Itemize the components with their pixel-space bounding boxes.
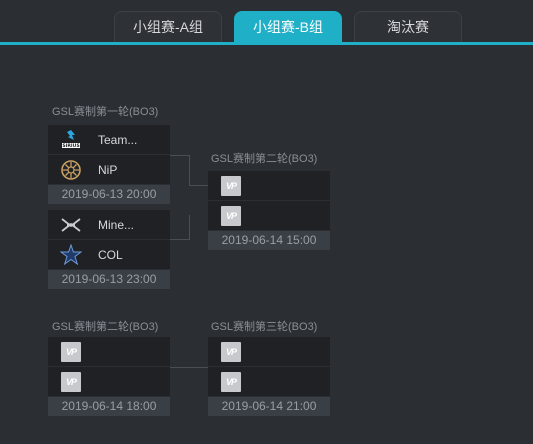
vp-logo-icon: VP [60, 371, 82, 393]
vp-logo-icon: VP [220, 371, 242, 393]
col-logo-icon [60, 243, 82, 266]
placeholder-logo: VP [221, 341, 241, 362]
placeholder-logo: VP [221, 175, 241, 196]
upper-round2-match[interactable]: VP VP 2019-06-14 15:00 [208, 171, 330, 250]
nip-logo-icon [60, 159, 82, 181]
team-row[interactable]: SIRIUS Team... [48, 125, 170, 155]
team-row[interactable]: VP [48, 367, 170, 397]
vp-logo-icon: VP [220, 175, 242, 197]
lower-round2-match[interactable]: VP VP 2019-06-14 18:00 [48, 337, 170, 416]
lower-round3-match[interactable]: VP VP 2019-06-14 21:00 [208, 337, 330, 416]
vp-logo-icon: VP [60, 341, 82, 363]
upper-round1-title: GSL赛制第一轮(BO3) [52, 106, 159, 118]
lower-round2-title: GSL赛制第二轮(BO3) [52, 321, 159, 333]
upper-round2-title: GSL赛制第二轮(BO3) [211, 153, 318, 165]
team-name: NiP [98, 162, 118, 177]
mineski-logo-icon [60, 214, 82, 236]
upper-round1-match-2[interactable]: Mine... COL 2019-06-13 23:00 [48, 210, 170, 289]
tab-group-b[interactable]: 小组赛-B组 [234, 11, 342, 43]
match-time: 2019-06-13 20:00 [48, 185, 170, 204]
team-row[interactable]: Mine... [48, 210, 170, 240]
bracket-connector [170, 215, 190, 240]
bracket-connector [170, 155, 190, 186]
match-time: 2019-06-14 18:00 [48, 397, 170, 416]
team-row[interactable]: VP [208, 367, 330, 397]
lower-round3-title: GSL赛制第三轮(BO3) [211, 321, 318, 333]
team-name: Team... [98, 132, 138, 147]
placeholder-logo: VP [61, 371, 81, 392]
team-row[interactable]: VP [208, 171, 330, 201]
svg-text:SIRIUS: SIRIUS [62, 143, 79, 149]
team-row[interactable]: VP [208, 337, 330, 367]
upper-round1-match-1[interactable]: SIRIUS Team... NiP 2019-06-13 20:00 [48, 125, 170, 204]
bracket-connector [170, 367, 208, 368]
tab-underline [0, 42, 533, 45]
match-time: 2019-06-14 21:00 [208, 397, 330, 416]
placeholder-logo: VP [221, 371, 241, 392]
tab-playoffs[interactable]: 淘汰赛 [354, 11, 462, 43]
placeholder-logo: VP [221, 205, 241, 226]
vp-logo-icon: VP [220, 205, 242, 227]
team-row[interactable]: NiP [48, 155, 170, 185]
sirius-logo-icon: SIRIUS [60, 129, 82, 151]
tab-group-a[interactable]: 小组赛-A组 [114, 11, 222, 43]
vp-logo-icon: VP [220, 341, 242, 363]
match-time: 2019-06-14 15:00 [208, 231, 330, 250]
team-name: COL [98, 247, 123, 262]
placeholder-logo: VP [61, 341, 81, 362]
tab-bar: 小组赛-A组 小组赛-B组 淘汰赛 [0, 0, 533, 45]
bracket-connector [189, 185, 208, 186]
team-row[interactable]: VP [208, 201, 330, 231]
team-row[interactable]: COL [48, 240, 170, 270]
team-row[interactable]: VP [48, 337, 170, 367]
match-time: 2019-06-13 23:00 [48, 270, 170, 289]
team-name: Mine... [98, 217, 135, 232]
